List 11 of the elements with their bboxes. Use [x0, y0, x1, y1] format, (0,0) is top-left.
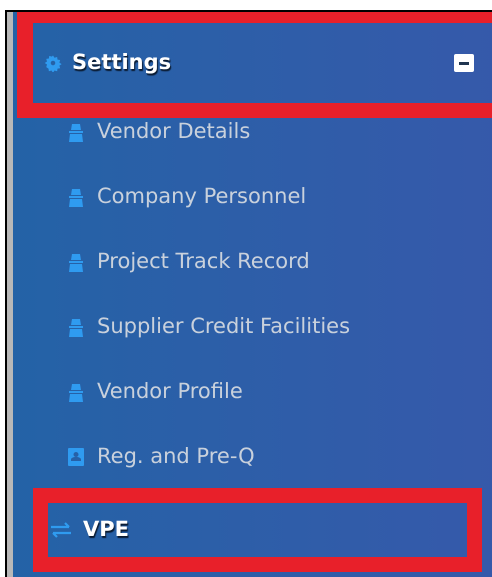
menu-item[interactable]: Reg. and Pre-Q [67, 443, 255, 471]
menu-item[interactable]: Vendor Profile [67, 378, 243, 406]
gear-icon [44, 54, 62, 72]
collapse-icon[interactable] [454, 54, 474, 72]
menu-item[interactable]: Vendor Details [67, 118, 250, 146]
exchange-arrows-icon [49, 521, 73, 539]
menu-item[interactable]: Company Personnel [67, 183, 306, 211]
menu-item[interactable]: VPE [49, 516, 129, 544]
menu-item[interactable]: Supplier Credit Facilities [67, 313, 350, 341]
menu-item[interactable]: Project Track Record [67, 248, 310, 276]
contact-card-icon [67, 447, 85, 467]
